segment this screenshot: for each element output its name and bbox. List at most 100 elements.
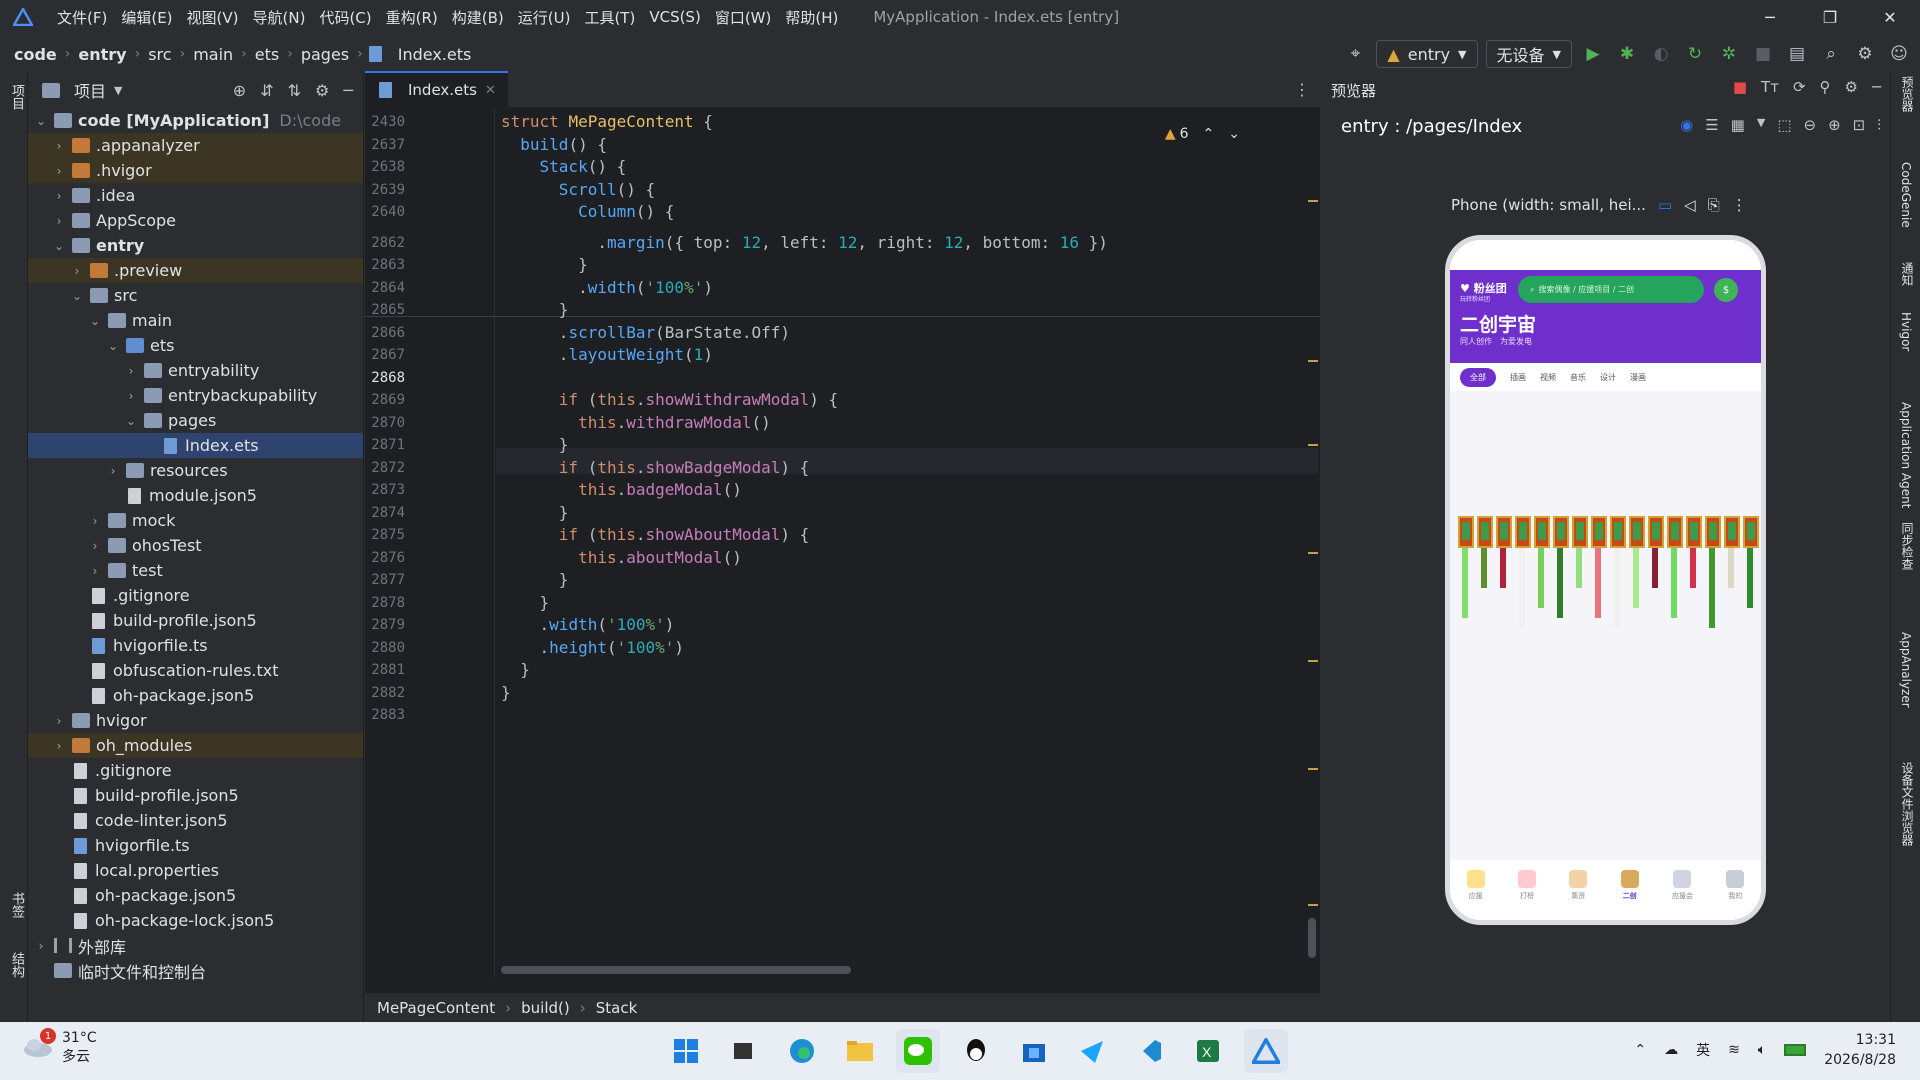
- code-area[interactable]: 2430 2637 2638 2639 2640 2862 2863 2864 2865 2866…: [365, 108, 1320, 978]
- chevron-right-icon[interactable]: ›: [124, 389, 138, 403]
- chevron-right-icon[interactable]: ›: [124, 364, 138, 378]
- warning-marker[interactable]: [1308, 200, 1318, 202]
- menu-run[interactable]: 运行(U): [511, 7, 578, 28]
- tree-item[interactable]: ⌄ src: [28, 283, 363, 308]
- tree-item[interactable]: code-linter.json5: [28, 808, 363, 833]
- warning-marker[interactable]: [1308, 552, 1318, 554]
- tree-item[interactable]: 临时文件和控制台: [28, 958, 363, 983]
- more-options-icon[interactable]: ⋮: [1294, 80, 1310, 99]
- menu-window[interactable]: 窗口(W): [708, 7, 779, 28]
- app-tab-comic[interactable]: 漫画: [1630, 372, 1646, 383]
- chevron-right-icon[interactable]: ›: [88, 564, 102, 578]
- tree-item[interactable]: build-profile.json5: [28, 783, 363, 808]
- chevron-right-icon[interactable]: ›: [52, 714, 66, 728]
- chevron-right-icon[interactable]: ›: [88, 539, 102, 553]
- app-tab-design[interactable]: 设计: [1600, 372, 1616, 383]
- crumb-index-ets[interactable]: Index.ets: [394, 45, 476, 64]
- minimize-icon[interactable]: ─: [1740, 0, 1800, 34]
- tree-item[interactable]: module.json5: [28, 483, 363, 508]
- bookmarks-tool-button[interactable]: 书签: [7, 892, 26, 918]
- coin-icon[interactable]: $: [1714, 278, 1738, 302]
- menu-view[interactable]: 视图(V): [180, 7, 246, 28]
- menu-file[interactable]: 文件(F): [50, 7, 114, 28]
- app-tab-illustration[interactable]: 插画: [1510, 372, 1526, 383]
- edge-browser-icon[interactable]: [780, 1029, 824, 1073]
- tree-item[interactable]: › resources: [28, 458, 363, 483]
- menu-vcs[interactable]: VCS(S): [642, 8, 707, 26]
- chevron-right-icon[interactable]: ›: [52, 139, 66, 153]
- search-icon[interactable]: ⌕: [1818, 41, 1844, 67]
- excel-icon[interactable]: X: [1186, 1029, 1230, 1073]
- warning-marker[interactable]: [1308, 360, 1318, 362]
- expand-all-icon[interactable]: ⇵: [260, 81, 273, 100]
- tree-item[interactable]: build-profile.json5: [28, 608, 363, 633]
- menu-build[interactable]: 构建(B): [445, 7, 511, 28]
- tree-item[interactable]: .gitignore: [28, 758, 363, 783]
- settings-icon[interactable]: ⚙: [1852, 41, 1878, 67]
- battery-icon[interactable]: [1784, 1044, 1807, 1056]
- tree-item[interactable]: oh-package.json5: [28, 683, 363, 708]
- prev-highlight-icon[interactable]: ⌃: [1203, 126, 1215, 142]
- menu-code[interactable]: 代码(C): [312, 7, 378, 28]
- right-tool-button[interactable]: Application Agent: [1899, 402, 1913, 508]
- crumb-pages[interactable]: pages: [297, 45, 353, 64]
- tree-item[interactable]: › oh_modules: [28, 733, 363, 758]
- chevron-right-icon[interactable]: ›: [52, 214, 66, 228]
- chevron-right-icon[interactable]: ›: [34, 939, 48, 953]
- next-highlight-icon[interactable]: ⌄: [1228, 126, 1240, 142]
- original-size-icon[interactable]: ⊡: [1853, 116, 1866, 134]
- crumb-ets[interactable]: ets: [251, 45, 283, 64]
- chevron-down-icon[interactable]: ⌄: [106, 339, 120, 353]
- tree-item[interactable]: › entrybackupability: [28, 383, 363, 408]
- tree-item[interactable]: ⌄ ets: [28, 333, 363, 358]
- tree-item[interactable]: hvigorfile.ts: [28, 833, 363, 858]
- project-panel-title[interactable]: 项目: [74, 78, 106, 102]
- locate-icon[interactable]: ⊕: [233, 81, 246, 100]
- menu-refactor[interactable]: 重构(R): [379, 7, 445, 28]
- nav-me[interactable]: 我的: [1726, 870, 1745, 901]
- tree-item[interactable]: › .idea: [28, 183, 363, 208]
- run-icon[interactable]: ▶: [1580, 41, 1606, 67]
- weather-widget[interactable]: 1 31°C 多云: [22, 1028, 97, 1066]
- right-tool-button[interactable]: 同步检查: [1899, 522, 1916, 570]
- more-options-icon[interactable]: ⋮: [1732, 196, 1747, 214]
- tree-item[interactable]: obfuscation-rules.txt: [28, 658, 363, 683]
- wechat-icon[interactable]: [896, 1029, 940, 1073]
- crumb-code[interactable]: code: [10, 45, 61, 64]
- file-explorer-icon[interactable]: [838, 1029, 882, 1073]
- warning-marker[interactable]: [1308, 660, 1318, 662]
- tree-item[interactable]: ⌄ main: [28, 308, 363, 333]
- device-label[interactable]: Phone (width: small, hei...: [1451, 196, 1646, 214]
- crumb-entry[interactable]: entry: [74, 45, 130, 64]
- warning-marker[interactable]: [1308, 904, 1318, 906]
- start-icon[interactable]: [664, 1029, 708, 1073]
- task-view-icon[interactable]: [722, 1029, 766, 1073]
- tree-item[interactable]: Index.ets: [28, 433, 363, 458]
- layers-icon[interactable]: ☰: [1705, 116, 1718, 134]
- menu-navigate[interactable]: 导航(N): [246, 7, 313, 28]
- chevron-right-icon[interactable]: ›: [52, 739, 66, 753]
- chevron-down-icon[interactable]: ⌄: [52, 239, 66, 253]
- device-settings-icon[interactable]: ▭: [1658, 196, 1672, 214]
- maximize-icon[interactable]: ❐: [1800, 0, 1860, 34]
- chevron-down-icon[interactable]: ⌄: [88, 314, 102, 328]
- deveco-studio-icon[interactable]: [1244, 1029, 1288, 1073]
- chevron-right-icon[interactable]: ›: [52, 189, 66, 203]
- chevron-down-icon[interactable]: ⌄: [124, 414, 138, 428]
- crumb-build[interactable]: build(): [521, 999, 570, 1017]
- tree-item[interactable]: › hvigor: [28, 708, 363, 733]
- target-icon[interactable]: ⌖: [1342, 41, 1368, 67]
- horizontal-scrollbar[interactable]: [501, 966, 851, 974]
- structure-tool-button[interactable]: 结构: [7, 952, 26, 978]
- nav-support[interactable]: 应援: [1466, 870, 1485, 901]
- ime-indicator[interactable]: 英: [1696, 1040, 1710, 1060]
- tree-item[interactable]: ⌄ entry: [28, 233, 363, 258]
- module-select[interactable]: ▲ entry ▼: [1376, 40, 1478, 68]
- wifi-icon[interactable]: ≋: [1728, 1042, 1740, 1058]
- store-icon[interactable]: [1012, 1029, 1056, 1073]
- hide-panel-icon[interactable]: ─: [343, 81, 353, 100]
- fit-screen-icon[interactable]: ⬚: [1777, 116, 1791, 134]
- menu-edit[interactable]: 编辑(E): [114, 7, 179, 28]
- chevron-down-icon[interactable]: ▼: [1757, 116, 1765, 134]
- back-icon[interactable]: ◁: [1684, 196, 1696, 214]
